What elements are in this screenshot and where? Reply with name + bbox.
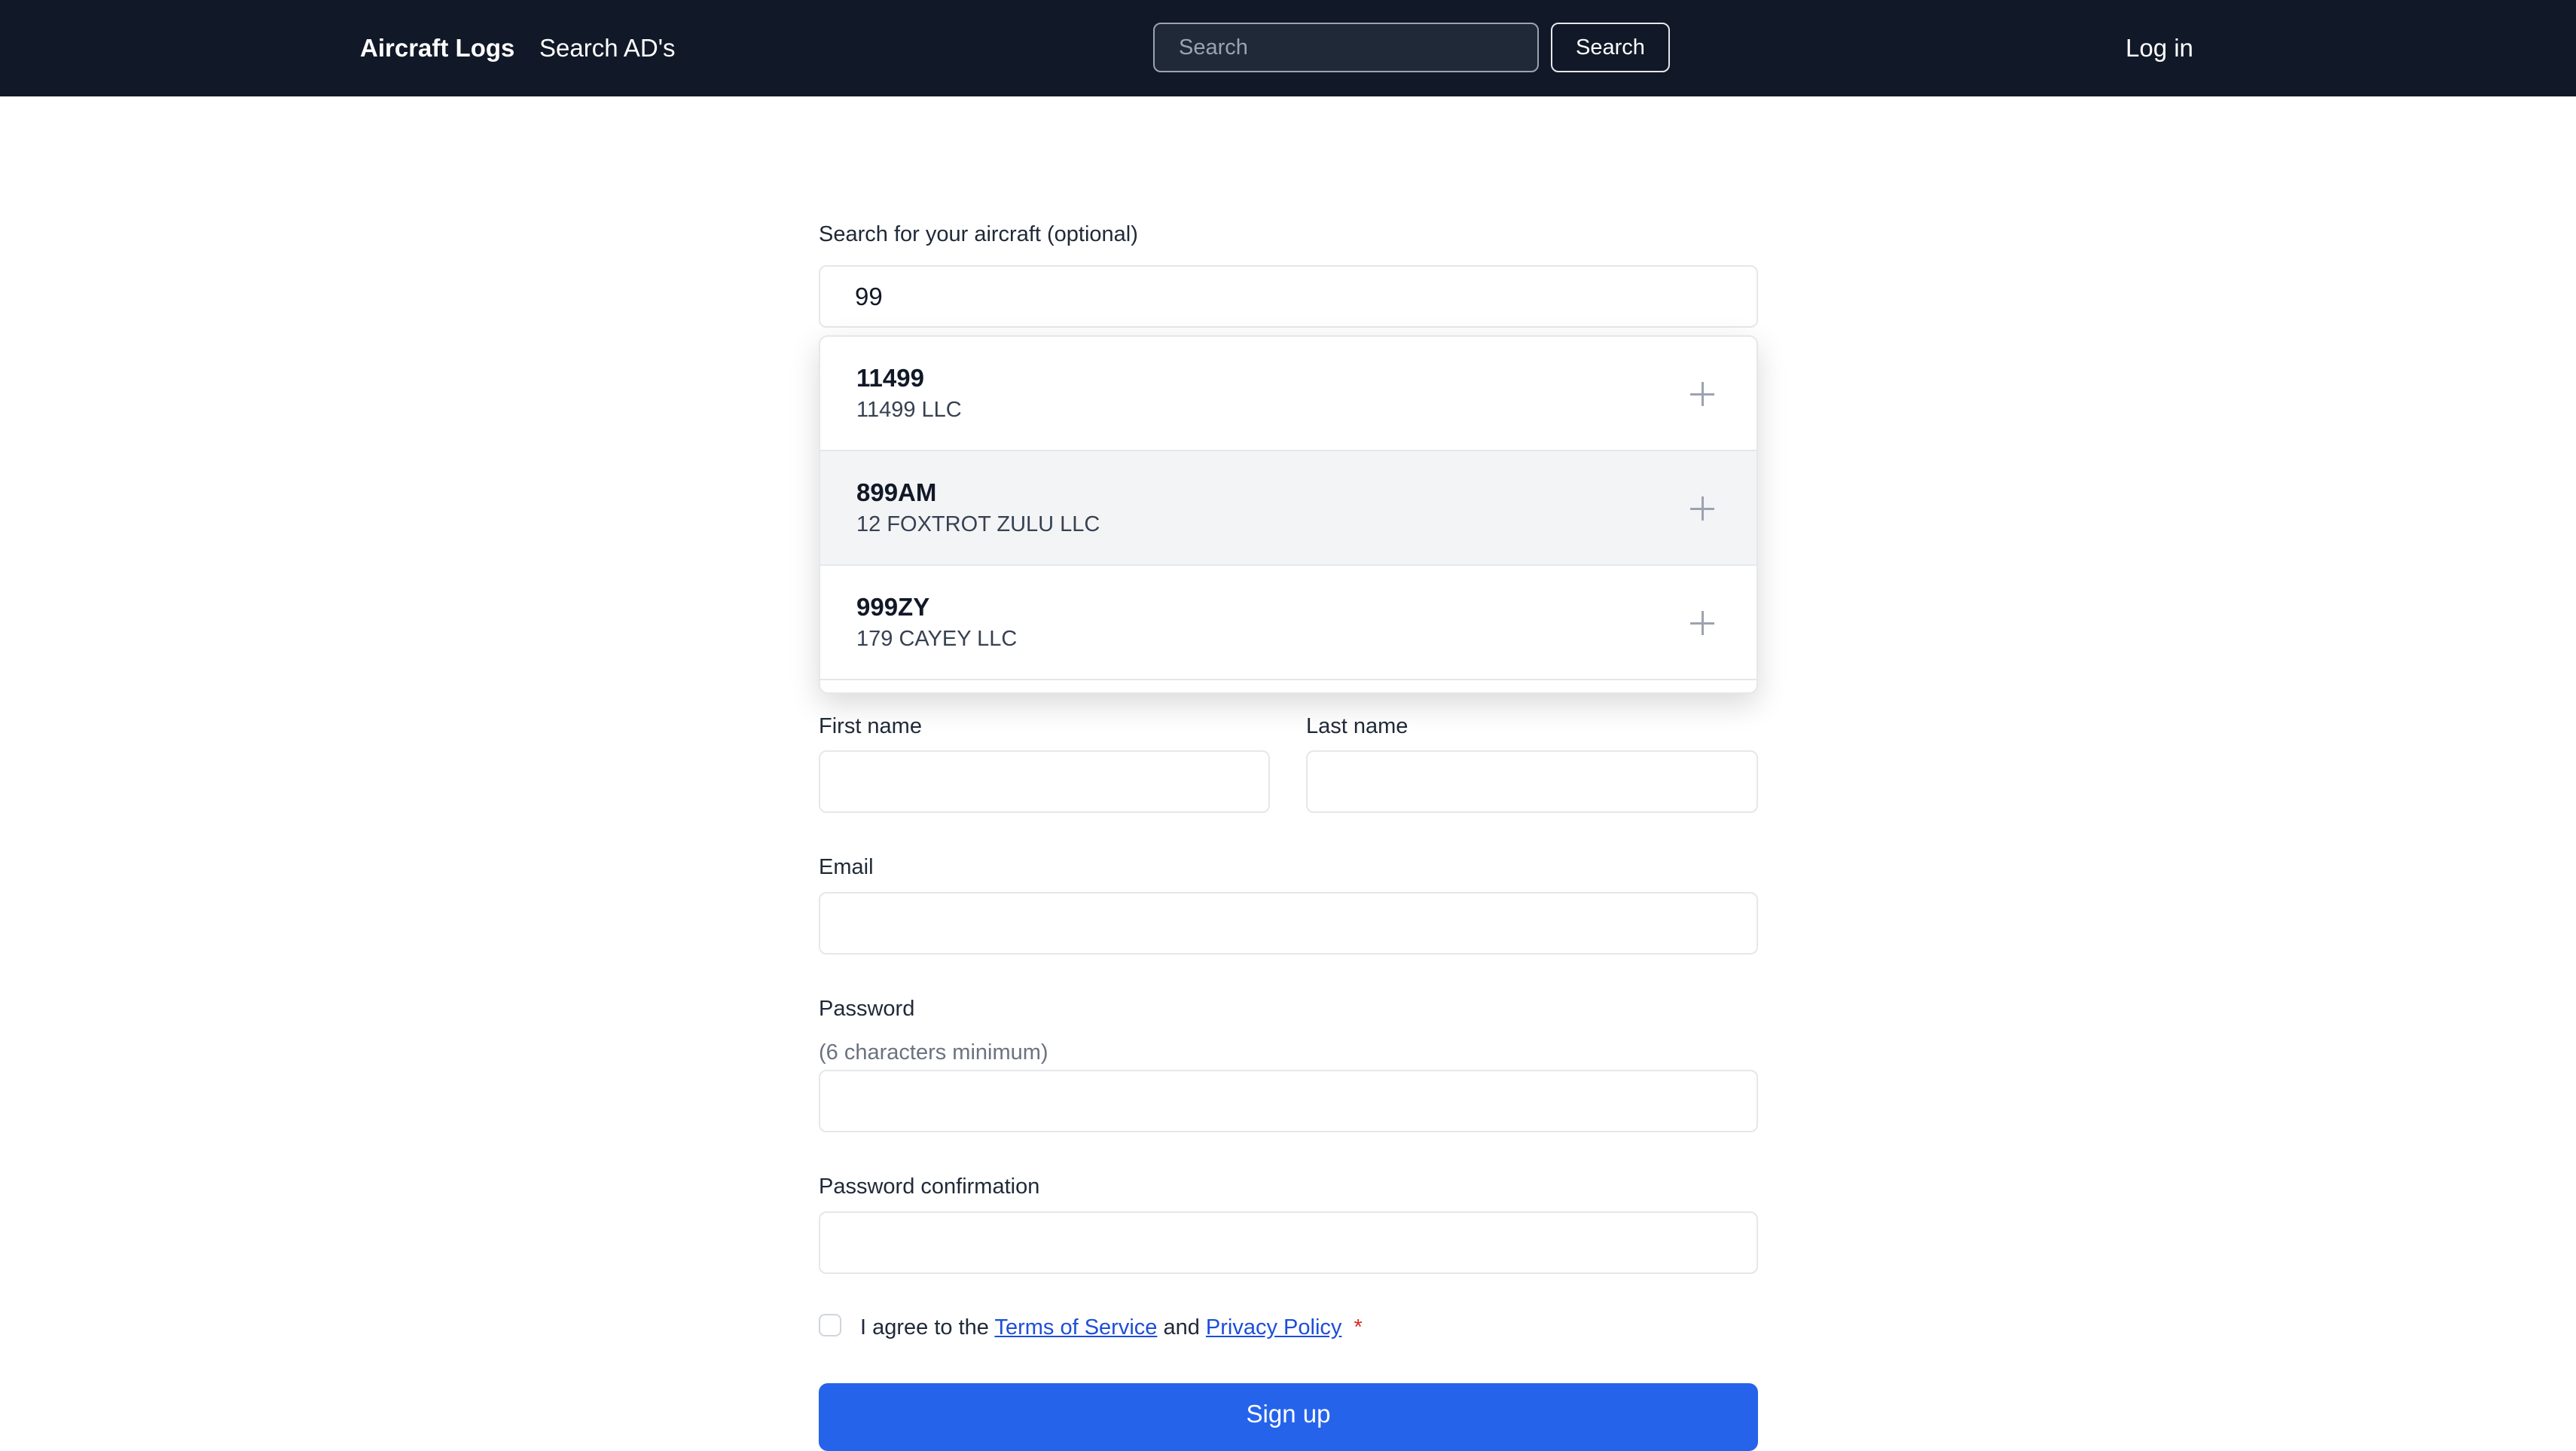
brand-link[interactable]: Aircraft Logs (360, 32, 514, 65)
option-tail-number: 11499 (856, 364, 924, 392)
plus-icon[interactable] (1684, 605, 1720, 641)
terms-checkbox[interactable] (819, 1314, 841, 1336)
terms-agreement-text: I agree to the Terms of Service and Priv… (860, 1312, 1363, 1343)
login-link[interactable]: Log in (2126, 32, 2193, 65)
sign-up-button[interactable]: Sign up (819, 1383, 1758, 1451)
email-field[interactable] (819, 892, 1758, 955)
terms-of-service-link[interactable]: Terms of Service (994, 1315, 1157, 1340)
aircraft-dropdown: 11499 11499 LLC 899AM 12 FOXTROT ZULU LL… (819, 335, 1758, 694)
password-confirmation-label: Password confirmation (819, 1175, 1040, 1199)
nav-search-button[interactable]: Search (1551, 23, 1670, 72)
last-name-field[interactable] (1306, 750, 1758, 813)
dropdown-option[interactable]: 899AM 12 FOXTROT ZULU LLC (820, 451, 1757, 566)
option-owner: 12 FOXTROT ZULU LLC (856, 512, 1100, 536)
privacy-policy-link[interactable]: Privacy Policy (1206, 1315, 1342, 1340)
agree-and: and (1163, 1315, 1200, 1340)
aircraft-search-label: Search for your aircraft (optional) (819, 222, 1138, 246)
password-label: Password (819, 997, 915, 1021)
aircraft-search-input[interactable] (819, 265, 1758, 328)
email-label: Email (819, 855, 874, 879)
dropdown-option[interactable]: 11499 11499 LLC (820, 337, 1757, 451)
search-ads-link[interactable]: Search AD's (539, 32, 676, 65)
dropdown-option[interactable]: 999ZY 179 CAYEY LLC (820, 566, 1757, 680)
password-confirmation-field[interactable] (819, 1211, 1758, 1274)
option-owner: 179 CAYEY LLC (856, 627, 1018, 651)
first-name-label: First name (819, 714, 922, 738)
last-name-label: Last name (1306, 714, 1409, 738)
password-hint: (6 characters minimum) (819, 1040, 1048, 1065)
plus-icon[interactable] (1684, 490, 1720, 527)
nav-search-input[interactable] (1153, 23, 1539, 72)
top-nav-bar: Aircraft Logs Search AD's Search Log in (0, 0, 2576, 96)
option-tail-number: 899AM (856, 478, 937, 506)
first-name-field[interactable] (819, 750, 1270, 813)
agree-prefix: I agree to the (860, 1315, 989, 1340)
option-owner: 11499 LLC (856, 398, 962, 422)
plus-icon[interactable] (1684, 376, 1720, 412)
password-field[interactable] (819, 1070, 1758, 1132)
option-tail-number: 999ZY (856, 593, 930, 621)
required-asterisk: * (1354, 1315, 1363, 1340)
